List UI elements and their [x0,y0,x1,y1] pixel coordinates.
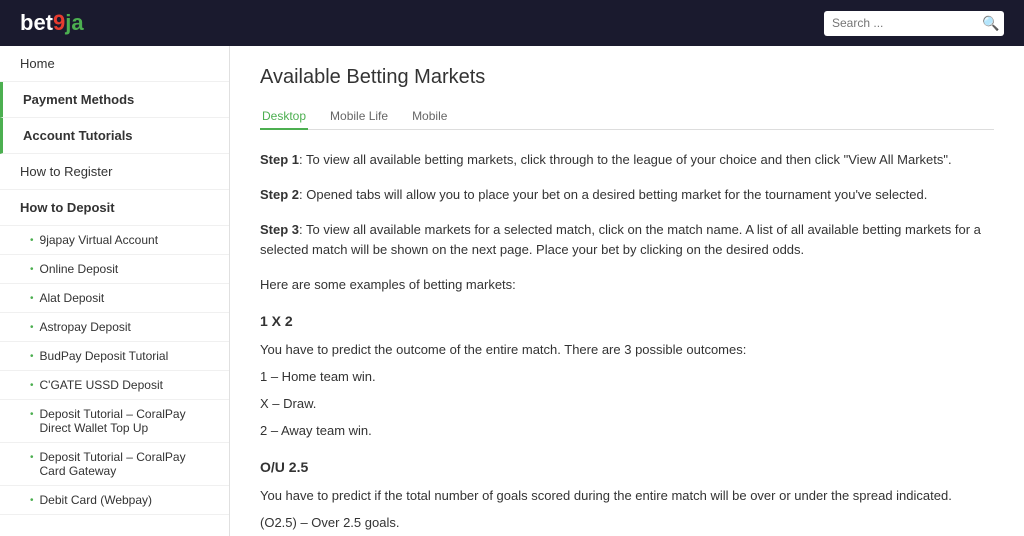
content-body: Step 1: To view all available betting ma… [260,150,994,536]
search-bar: 🔍 [824,11,1004,36]
sidebar-item-how-to-deposit[interactable]: How to Deposit [0,190,229,226]
step2-label: Step 2 [260,187,299,202]
sidebar-subitem-debit-card[interactable]: • Debit Card (Webpay) [0,486,229,515]
sidebar: Home Payment Methods Account Tutorials H… [0,46,230,536]
sidebar-item-how-to-register[interactable]: How to Register [0,154,229,190]
here-text: Here are some examples of betting market… [260,275,994,296]
step1-label: Step 1 [260,152,299,167]
section-ou25-content: You have to predict if the total number … [260,486,994,507]
page-title: Available Betting Markets [260,66,994,89]
bullet-icon: • [30,409,34,420]
search-button[interactable]: 🔍 [982,15,999,32]
step2-text: : Opened tabs will allow you to place yo… [299,187,927,202]
sidebar-subitem-astropay-deposit[interactable]: • Astropay Deposit [0,313,229,342]
sidebar-subitem-9japay[interactable]: • 9japay Virtual Account [0,226,229,255]
sidebar-subitem-alat-deposit[interactable]: • Alat Deposit [0,284,229,313]
logo-ja: ja [65,10,83,35]
step1-paragraph: Step 1: To view all available betting ma… [260,150,994,171]
bullet-icon: • [30,264,34,275]
step3-text: : To view all available markets for a se… [260,222,981,258]
sidebar-subitem-online-deposit[interactable]: • Online Deposit [0,255,229,284]
sidebar-item-payment-methods[interactable]: Payment Methods [0,82,229,118]
bullet-icon: • [30,452,34,463]
bullet-icon: • [30,380,34,391]
section-1x2-heading: 1 X 2 [260,310,994,332]
top-navigation: bet9ja 🔍 [0,0,1024,46]
bullet-icon: • [30,235,34,246]
sidebar-subitem-cgate-ussd[interactable]: • C'GATE USSD Deposit [0,371,229,400]
logo: bet9ja [20,10,84,36]
bullet-icon: • [30,351,34,362]
step2-paragraph: Step 2: Opened tabs will allow you to pl… [260,185,994,206]
tab-mobile[interactable]: Mobile [410,104,449,130]
sidebar-item-account-tutorials[interactable]: Account Tutorials [0,118,229,154]
section-ou25-line1: (O2.5) – Over 2.5 goals. [260,513,994,534]
sidebar-item-home[interactable]: Home [0,46,229,82]
tab-mobile-life[interactable]: Mobile Life [328,104,390,130]
bullet-icon: • [30,495,34,506]
main-content: Available Betting Markets Desktop Mobile… [230,46,1024,536]
section-1x2-line1: 1 – Home team win. [260,367,994,388]
step3-label: Step 3 [260,222,299,237]
section-1x2-content: You have to predict the outcome of the e… [260,340,994,361]
bullet-icon: • [30,322,34,333]
sidebar-subitem-budpay-deposit[interactable]: • BudPay Deposit Tutorial [0,342,229,371]
sidebar-subitem-coralpay-direct[interactable]: • Deposit Tutorial – CoralPay Direct Wal… [0,400,229,443]
section-ou25-heading: O/U 2.5 [260,456,994,478]
search-input[interactable] [832,16,982,30]
section-1x2-line3: 2 – Away team win. [260,421,994,442]
logo-9: 9 [53,10,65,35]
logo-bet: bet [20,10,53,35]
main-layout: Home Payment Methods Account Tutorials H… [0,46,1024,536]
tab-desktop[interactable]: Desktop [260,104,308,130]
tabs-bar: Desktop Mobile Life Mobile [260,104,994,130]
sidebar-subitem-coralpay-card[interactable]: • Deposit Tutorial – CoralPay Card Gatew… [0,443,229,486]
step3-paragraph: Step 3: To view all available markets fo… [260,220,994,262]
section-1x2-line2: X – Draw. [260,394,994,415]
step1-text: : To view all available betting markets,… [299,152,952,167]
bullet-icon: • [30,293,34,304]
